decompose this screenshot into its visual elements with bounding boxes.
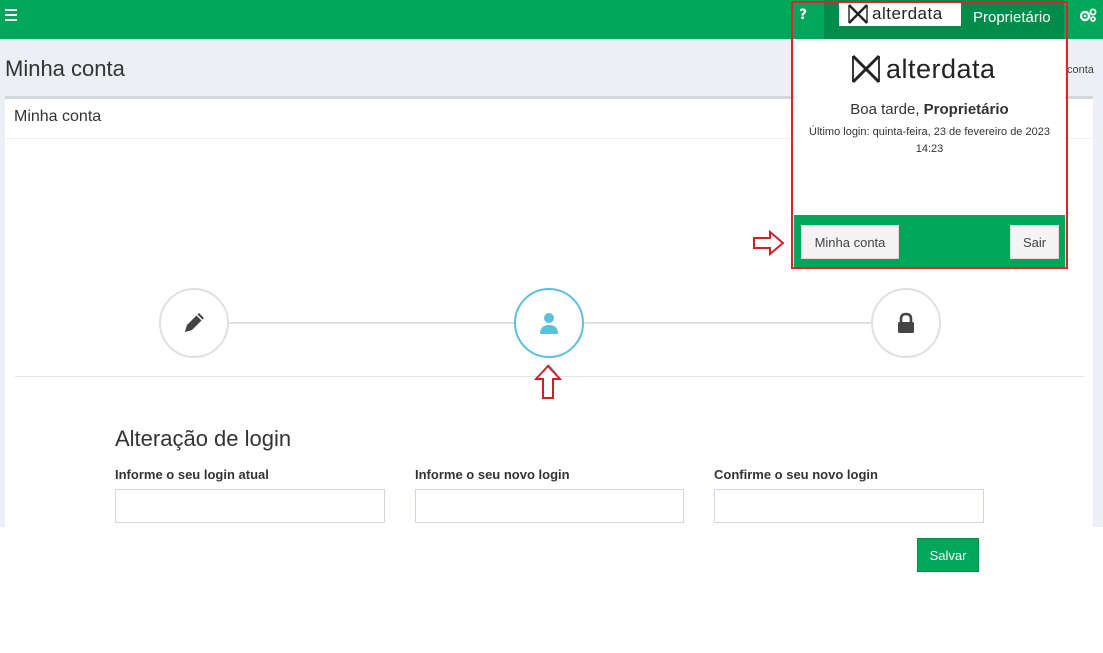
breadcrumb[interactable]: conta	[1067, 64, 1094, 76]
alterdata-logo-icon	[851, 54, 881, 84]
my-account-button[interactable]: Minha conta	[801, 225, 899, 259]
last-login-time: 14:23	[915, 143, 944, 155]
confirm-login-input[interactable]	[714, 489, 984, 523]
greeting-user-name: Proprietário	[923, 101, 1009, 118]
logout-button[interactable]: Sair	[1010, 225, 1059, 259]
new-login-label: Informe o seu novo login	[415, 467, 570, 482]
user-dropdown-footer: Minha conta Sair	[794, 215, 1065, 268]
current-login-input[interactable]	[115, 489, 385, 523]
brand-logo-text: alterdata	[872, 4, 943, 23]
form-title: Alteração de login	[115, 426, 292, 451]
box-title: Minha conta	[14, 108, 102, 125]
annotation-arrow-up-icon	[534, 364, 562, 399]
save-button[interactable]: Salvar	[917, 538, 979, 572]
gears-icon[interactable]	[1078, 7, 1098, 23]
greeting-text: Boa tarde, Proprietário	[794, 101, 1065, 118]
user-dropdown-menu: alterdata Boa tarde, Proprietário Último…	[794, 39, 1065, 268]
hamburger-menu-icon[interactable]	[5, 9, 17, 21]
lock-icon	[898, 312, 914, 333]
user-dropdown-header: alterdata Boa tarde, Proprietário Último…	[794, 39, 1065, 215]
last-login-date: Último login: quinta-feira, 23 de fevere…	[809, 126, 1050, 138]
alterdata-logo-icon	[848, 4, 868, 24]
brand-logo-text: alterdata	[886, 53, 996, 84]
page-title: Minha conta	[5, 56, 125, 81]
last-login-info: Último login: quinta-feira, 23 de fevere…	[804, 124, 1055, 158]
step-login[interactable]	[514, 288, 584, 358]
top-navbar: ? alterdata Proprietário	[0, 0, 1103, 39]
user-icon	[540, 313, 558, 334]
brand-logo-large: alterdata	[850, 52, 1014, 86]
new-login-input[interactable]	[415, 489, 684, 523]
confirm-login-label: Confirme o seu novo login	[714, 467, 878, 482]
user-name-label[interactable]: Proprietário	[973, 9, 1051, 26]
annotation-arrow-right-icon	[753, 230, 785, 256]
greeting-prefix: Boa tarde,	[850, 101, 920, 118]
pencil-icon	[185, 313, 204, 332]
brand-logo-small: alterdata	[839, 2, 961, 26]
help-icon[interactable]: ?	[799, 7, 807, 23]
current-login-label: Informe o seu login atual	[115, 467, 269, 482]
step-password[interactable]	[871, 288, 941, 358]
step-edit[interactable]	[159, 288, 229, 358]
